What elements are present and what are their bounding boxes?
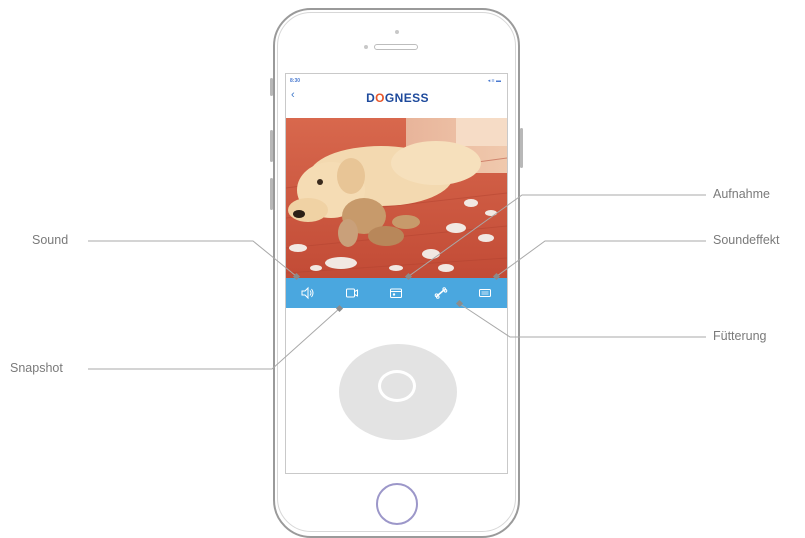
callout-snapshot: Snapshot (10, 361, 63, 375)
soundeffect-button[interactable] (474, 282, 496, 304)
bone-icon (434, 287, 447, 299)
callout-fuetterung: Fütterung (713, 329, 767, 343)
camera-video-feed (286, 118, 507, 278)
camera-icon (346, 288, 359, 298)
logo-o-mark: O (375, 91, 385, 105)
record-button[interactable] (385, 282, 407, 304)
app-logo: DOGNESS (286, 91, 507, 105)
front-camera-dot (395, 30, 399, 34)
status-icons: ◂ ≡ ▬ (487, 78, 501, 84)
logo-text: DOGNESS (366, 91, 429, 105)
sound-effect-icon (478, 289, 491, 297)
home-button[interactable] (376, 483, 418, 525)
speaker-icon (301, 286, 314, 300)
snapshot-button[interactable] (341, 282, 363, 304)
callout-aufnahme: Aufnahme (713, 187, 770, 201)
phone-screen: 8:30 ◂ ≡ ▬ ‹ DOGNESS (285, 73, 508, 474)
feeding-button[interactable] (430, 282, 452, 304)
earpiece-speaker (374, 44, 418, 50)
callout-sound: Sound (32, 233, 69, 247)
record-icon (390, 288, 403, 298)
sound-button[interactable] (297, 282, 319, 304)
dog-photo (286, 118, 507, 278)
side-button-power (520, 128, 523, 168)
control-toolbar (286, 278, 507, 308)
callout-soundeffekt: Soundeffekt (713, 233, 780, 247)
sensor-dot (364, 45, 368, 49)
control-center-button[interactable] (378, 370, 416, 402)
status-time: 8:30 (290, 78, 301, 84)
